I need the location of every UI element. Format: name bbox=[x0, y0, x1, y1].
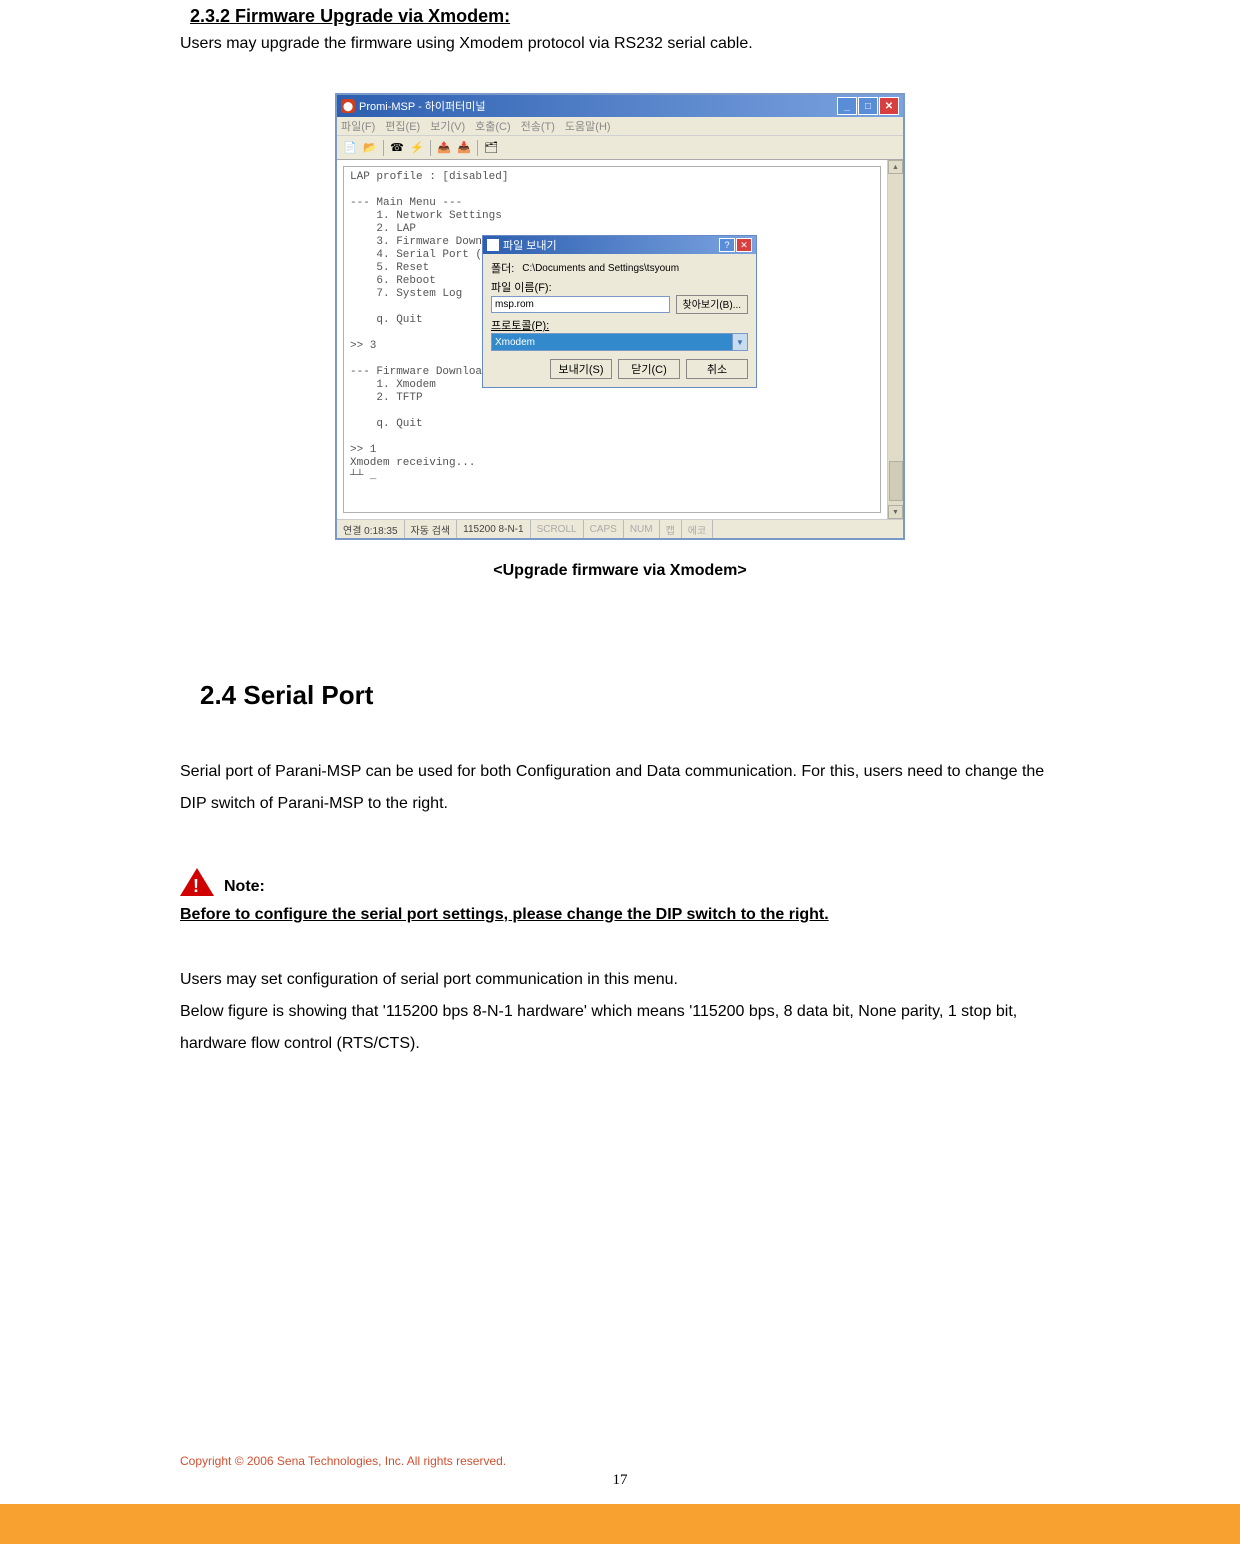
close-button[interactable]: 닫기(C) bbox=[618, 359, 680, 379]
open-icon[interactable]: 📂 bbox=[361, 139, 379, 157]
folder-label: 폴더: bbox=[491, 260, 514, 276]
status-echo: 에코 bbox=[682, 520, 713, 538]
filename-input[interactable]: msp.rom bbox=[491, 296, 670, 313]
scroll-thumb[interactable] bbox=[889, 461, 903, 501]
folder-value: C:\Documents and Settings\tsyoum bbox=[522, 263, 679, 274]
status-cap: 캡 bbox=[660, 520, 682, 538]
menu-help[interactable]: 도움말(H) bbox=[565, 118, 611, 134]
scroll-down-icon[interactable]: ▼ bbox=[888, 505, 903, 519]
menu-call[interactable]: 호출(C) bbox=[475, 118, 511, 134]
dialog-help-button[interactable]: ? bbox=[719, 238, 735, 252]
dialog-titlebar: 파일 보내기 ? ✕ bbox=[483, 236, 756, 254]
dialog-icon bbox=[487, 239, 499, 251]
status-detect: 자동 검색 bbox=[405, 520, 458, 538]
vertical-scrollbar[interactable]: ▲ ▼ bbox=[887, 160, 903, 519]
toolbar-separator bbox=[383, 140, 384, 156]
dialog-title: 파일 보내기 bbox=[503, 237, 719, 253]
page-number: 17 bbox=[180, 1472, 1060, 1489]
maximize-button[interactable]: □ bbox=[858, 97, 878, 115]
status-connection: 연결 0:18:35 bbox=[337, 520, 405, 538]
browse-button[interactable]: 찾아보기(B)... bbox=[676, 295, 748, 314]
statusbar: 연결 0:18:35 자동 검색 115200 8-N-1 SCROLL CAP… bbox=[337, 520, 903, 538]
protocol-value: Xmodem bbox=[495, 337, 535, 348]
config-line2: Below figure is showing that '115200 bps… bbox=[180, 1003, 1017, 1052]
close-button[interactable]: ✕ bbox=[879, 97, 899, 115]
receive-icon[interactable]: 📥 bbox=[455, 139, 473, 157]
menu-edit[interactable]: 편집(E) bbox=[385, 118, 420, 134]
status-port: 115200 8-N-1 bbox=[457, 520, 530, 538]
minimize-button[interactable]: _ bbox=[837, 97, 857, 115]
hyperterminal-window: ⬤ Promi-MSP - 하이퍼터미널 _ □ ✕ 파일(F) 편집(E) 보… bbox=[335, 93, 905, 540]
terminal-area: LAP profile : [disabled] --- Main Menu -… bbox=[337, 160, 903, 520]
window-title: Promi-MSP - 하이퍼터미널 bbox=[359, 98, 837, 114]
app-icon: ⬤ bbox=[341, 99, 355, 113]
phone-icon[interactable]: ☎ bbox=[388, 139, 406, 157]
status-scroll: SCROLL bbox=[531, 520, 584, 538]
chevron-down-icon[interactable]: ▼ bbox=[732, 334, 747, 350]
menubar: 파일(F) 편집(E) 보기(V) 호출(C) 전송(T) 도움말(H) bbox=[337, 117, 903, 136]
status-num: NUM bbox=[624, 520, 660, 538]
menu-file[interactable]: 파일(F) bbox=[341, 118, 375, 134]
filename-label: 파일 이름(F): bbox=[491, 279, 748, 295]
toolbar-separator bbox=[477, 140, 478, 156]
menu-view[interactable]: 보기(V) bbox=[430, 118, 465, 134]
new-doc-icon[interactable]: 📄 bbox=[341, 139, 359, 157]
dialog-close-button[interactable]: ✕ bbox=[736, 238, 752, 252]
footer: Copyright © 2006 Sena Technologies, Inc.… bbox=[180, 1454, 1060, 1489]
copyright-text: Copyright © 2006 Sena Technologies, Inc.… bbox=[180, 1454, 506, 1468]
serial-port-heading: 2.4 Serial Port bbox=[200, 680, 1060, 711]
serial-port-paragraph: Serial port of Parani-MSP can be used fo… bbox=[180, 756, 1060, 820]
send-button[interactable]: 보내기(S) bbox=[550, 359, 612, 379]
window-titlebar: ⬤ Promi-MSP - 하이퍼터미널 _ □ ✕ bbox=[337, 95, 903, 117]
bottom-stripe bbox=[0, 1504, 1240, 1544]
warning-icon bbox=[180, 868, 214, 896]
phone-hang-icon[interactable]: ⚡ bbox=[408, 139, 426, 157]
menu-transfer[interactable]: 전송(T) bbox=[521, 118, 555, 134]
properties-icon[interactable]: 🗂 bbox=[482, 139, 500, 157]
cancel-button[interactable]: 취소 bbox=[686, 359, 748, 379]
scroll-up-icon[interactable]: ▲ bbox=[888, 160, 903, 174]
send-icon[interactable]: 📤 bbox=[435, 139, 453, 157]
intro-text: Users may upgrade the firmware using Xmo… bbox=[180, 35, 1060, 53]
window-controls: _ □ ✕ bbox=[837, 97, 899, 115]
send-file-dialog: 파일 보내기 ? ✕ 폴더: C:\Documents and Settings… bbox=[482, 235, 757, 388]
toolbar-separator bbox=[430, 140, 431, 156]
screenshot: ⬤ Promi-MSP - 하이퍼터미널 _ □ ✕ 파일(F) 편집(E) 보… bbox=[335, 93, 905, 540]
status-caps: CAPS bbox=[584, 520, 624, 538]
protocol-select[interactable]: Xmodem ▼ bbox=[491, 333, 748, 351]
section-heading: 2.3.2 Firmware Upgrade via Xmodem: bbox=[190, 6, 1060, 27]
protocol-label: 프로토콜(P): bbox=[491, 317, 748, 333]
figure-caption: <Upgrade firmware via Xmodem> bbox=[180, 562, 1060, 580]
note-label: Note: bbox=[224, 878, 265, 896]
toolbar: 📄 📂 ☎ ⚡ 📤 📥 🗂 bbox=[337, 136, 903, 160]
note-text: Before to configure the serial port sett… bbox=[180, 906, 1060, 924]
config-line1: Users may set configuration of serial po… bbox=[180, 971, 678, 988]
config-paragraph: Users may set configuration of serial po… bbox=[180, 964, 1060, 1060]
